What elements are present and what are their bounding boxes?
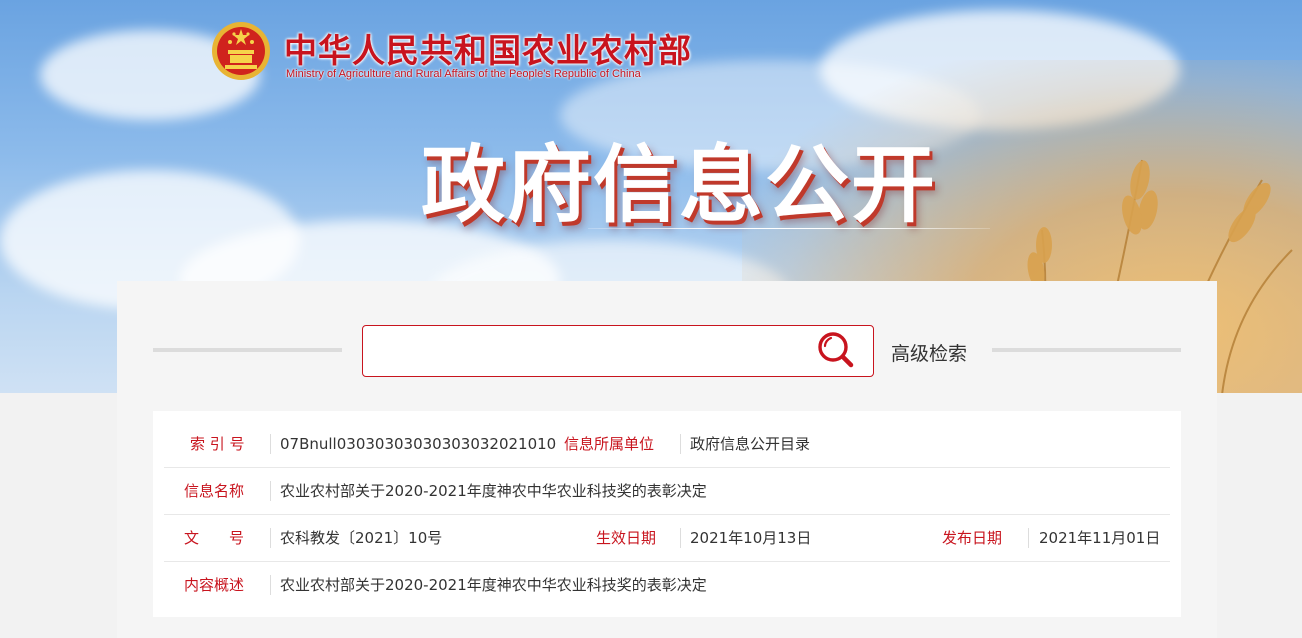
- info-name-label: 信息名称: [184, 482, 245, 500]
- info-name-value: 农业农村部关于2020-2021年度神农中华农业科技奖的表彰决定: [280, 482, 707, 500]
- table-row: 文 号 农科教发〔2021〕10号 生效日期 2021年10月13日 发布日期 …: [164, 515, 1170, 562]
- search-button[interactable]: [816, 329, 856, 371]
- document-number-label: 文 号: [184, 529, 245, 547]
- divider: [270, 434, 271, 454]
- advanced-search-link[interactable]: 高级检索: [891, 339, 967, 366]
- divider: [270, 575, 271, 595]
- search-box: [362, 325, 874, 377]
- site-subtitle: Ministry of Agriculture and Rural Affair…: [286, 68, 641, 80]
- document-info-table: 索 引 号 07Bnull03030303030303032021010 信息所…: [153, 411, 1181, 617]
- effective-date-label: 生效日期: [596, 529, 657, 547]
- divider: [270, 528, 271, 548]
- table-row: 信息名称 农业农村部关于2020-2021年度神农中华农业科技奖的表彰决定: [164, 468, 1170, 515]
- publish-date-label: 发布日期: [942, 529, 1003, 547]
- site-title: 中华人民共和国农业农村部: [284, 31, 692, 70]
- index-number-label: 索 引 号: [190, 435, 245, 453]
- index-number-value: 07Bnull03030303030303032021010: [280, 435, 557, 453]
- hero-divider: [588, 228, 990, 229]
- divider: [1028, 528, 1029, 548]
- summary-label: 内容概述: [184, 576, 245, 594]
- table-row: 内容概述 农业农村部关于2020-2021年度神农中华农业科技奖的表彰决定: [164, 562, 1170, 609]
- publish-date-value: 2021年11月01日: [1039, 529, 1161, 547]
- search-input[interactable]: [375, 336, 805, 366]
- issuing-unit-value: 政府信息公开目录: [690, 435, 811, 453]
- document-number-value: 农科教发〔2021〕10号: [280, 529, 443, 547]
- summary-value: 农业农村部关于2020-2021年度神农中华农业科技奖的表彰决定: [280, 576, 707, 594]
- page-hero-title: 政府信息公开: [421, 136, 938, 234]
- issuing-unit-label: 信息所属单位: [564, 435, 655, 453]
- search-divider-right: [992, 348, 1181, 352]
- table-row: 索 引 号 07Bnull03030303030303032021010 信息所…: [164, 421, 1170, 468]
- divider: [680, 434, 681, 454]
- national-emblem-icon: [212, 22, 270, 80]
- divider: [680, 528, 681, 548]
- search-divider-left: [153, 348, 342, 352]
- search-icon: [818, 332, 854, 368]
- effective-date-value: 2021年10月13日: [690, 529, 812, 547]
- divider: [270, 481, 271, 501]
